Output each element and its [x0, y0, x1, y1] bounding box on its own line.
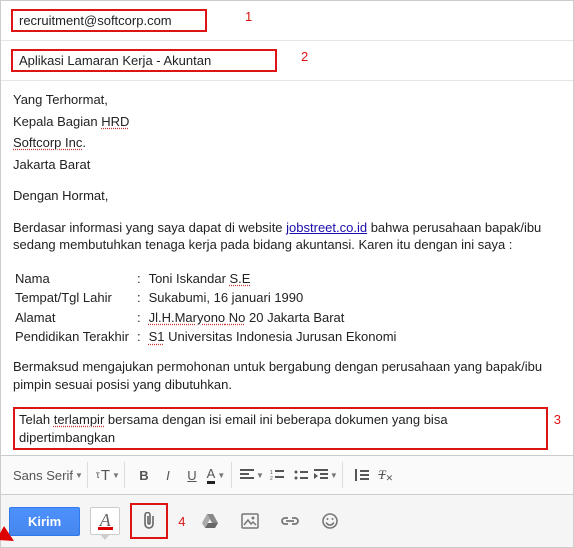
- body-text: Telah: [19, 412, 54, 427]
- body-text: Kepala Bagian: [13, 114, 101, 129]
- applicant-info-table: Nama : Toni Iskandar S.E Tempat/Tgl Lahi…: [13, 268, 404, 348]
- indent-button[interactable]: ▼: [314, 464, 338, 486]
- indent-icon: [314, 469, 328, 481]
- email-body[interactable]: Yang Terhormat, Kepala Bagian HRD Softco…: [1, 81, 573, 455]
- emoji-icon: [321, 512, 339, 530]
- send-button[interactable]: Kirim: [9, 507, 80, 536]
- numbered-list-button[interactable]: 12: [266, 464, 288, 486]
- body-text: HRD: [101, 114, 129, 129]
- annotation-2: 2: [301, 49, 308, 64]
- info-key: Tempat/Tgl Lahir: [15, 289, 135, 307]
- info-val: No: [225, 310, 245, 325]
- attach-file-button[interactable]: [134, 507, 164, 535]
- body-text: terlampir: [54, 412, 105, 427]
- formatting-toolbar: Sans Serif▼ τT▼ B I U A▼ ▼ 12 ▼: [1, 455, 573, 494]
- info-key: Alamat: [15, 309, 135, 327]
- underline-button[interactable]: U: [181, 464, 203, 486]
- font-family-label: Sans Serif: [13, 468, 73, 483]
- align-button[interactable]: ▼: [240, 464, 264, 486]
- body-text: Dengan Hormat,: [13, 188, 108, 203]
- remove-formatting-button[interactable]: T✕: [375, 464, 397, 486]
- body-link[interactable]: jobstreet.co.id: [286, 220, 367, 235]
- body-text: .: [82, 135, 86, 150]
- quote-icon: [355, 469, 369, 481]
- align-icon: [240, 469, 254, 481]
- body-text: Berdasar informasi yang saya dapat di we…: [13, 220, 286, 235]
- drive-icon: [201, 513, 219, 529]
- info-val: Jl.H.Maryono: [149, 310, 226, 325]
- formatting-icon: A: [98, 513, 113, 530]
- bold-button[interactable]: B: [133, 464, 155, 486]
- font-size-button[interactable]: τT▼: [96, 464, 120, 486]
- paperclip-icon: [141, 512, 157, 530]
- font-size-label: T: [101, 467, 110, 484]
- quote-button[interactable]: [351, 464, 373, 486]
- text-color-button[interactable]: A▼: [205, 464, 227, 486]
- info-key: Pendidikan Terakhir: [15, 328, 135, 346]
- insert-photo-button[interactable]: [235, 507, 265, 535]
- attachment-sentence-box: Telah terlampir bersama dengan isi email…: [13, 407, 548, 450]
- annotation-3: 3: [554, 411, 561, 429]
- body-text: Yang Terhormat,: [13, 92, 108, 107]
- numbered-list-icon: 12: [270, 469, 284, 481]
- info-val: Toni Iskandar: [149, 271, 230, 286]
- text-color-label: A: [207, 466, 216, 484]
- insert-emoji-button[interactable]: [315, 507, 345, 535]
- link-icon: [280, 515, 300, 527]
- bullet-list-icon: [294, 469, 308, 481]
- svg-text:2: 2: [270, 476, 273, 481]
- bottom-bar: Kirim A 4: [1, 494, 573, 547]
- bullet-list-button[interactable]: [290, 464, 312, 486]
- annotation-1: 1: [245, 9, 252, 24]
- info-val: S1: [149, 329, 165, 344]
- italic-label: I: [166, 468, 170, 483]
- photo-icon: [241, 513, 259, 529]
- italic-button[interactable]: I: [157, 464, 179, 486]
- bold-label: B: [139, 468, 148, 483]
- body-text: Inc: [61, 135, 82, 150]
- formatting-toggle-button[interactable]: A: [90, 507, 120, 535]
- subject-field[interactable]: [19, 53, 269, 68]
- body-text: Softcorp: [13, 135, 61, 150]
- info-key: Nama: [15, 270, 135, 288]
- to-field[interactable]: [19, 13, 199, 28]
- info-val: Sukabumi, 16 januari 1990: [149, 289, 403, 307]
- annotation-4: 4: [178, 514, 185, 529]
- underline-label: U: [187, 468, 196, 483]
- info-val: 20 Jakarta Barat: [245, 310, 344, 325]
- body-text: Jakarta Barat: [13, 157, 90, 172]
- insert-drive-button[interactable]: [195, 507, 225, 535]
- info-val: Universitas Indonesia Jurusan Ekonomi: [164, 329, 396, 344]
- info-val: S.E: [230, 271, 251, 286]
- insert-link-button[interactable]: [275, 507, 305, 535]
- font-family-button[interactable]: Sans Serif▼: [13, 464, 83, 486]
- body-text: Bermaksud mengajukan permohonan untuk be…: [13, 359, 542, 392]
